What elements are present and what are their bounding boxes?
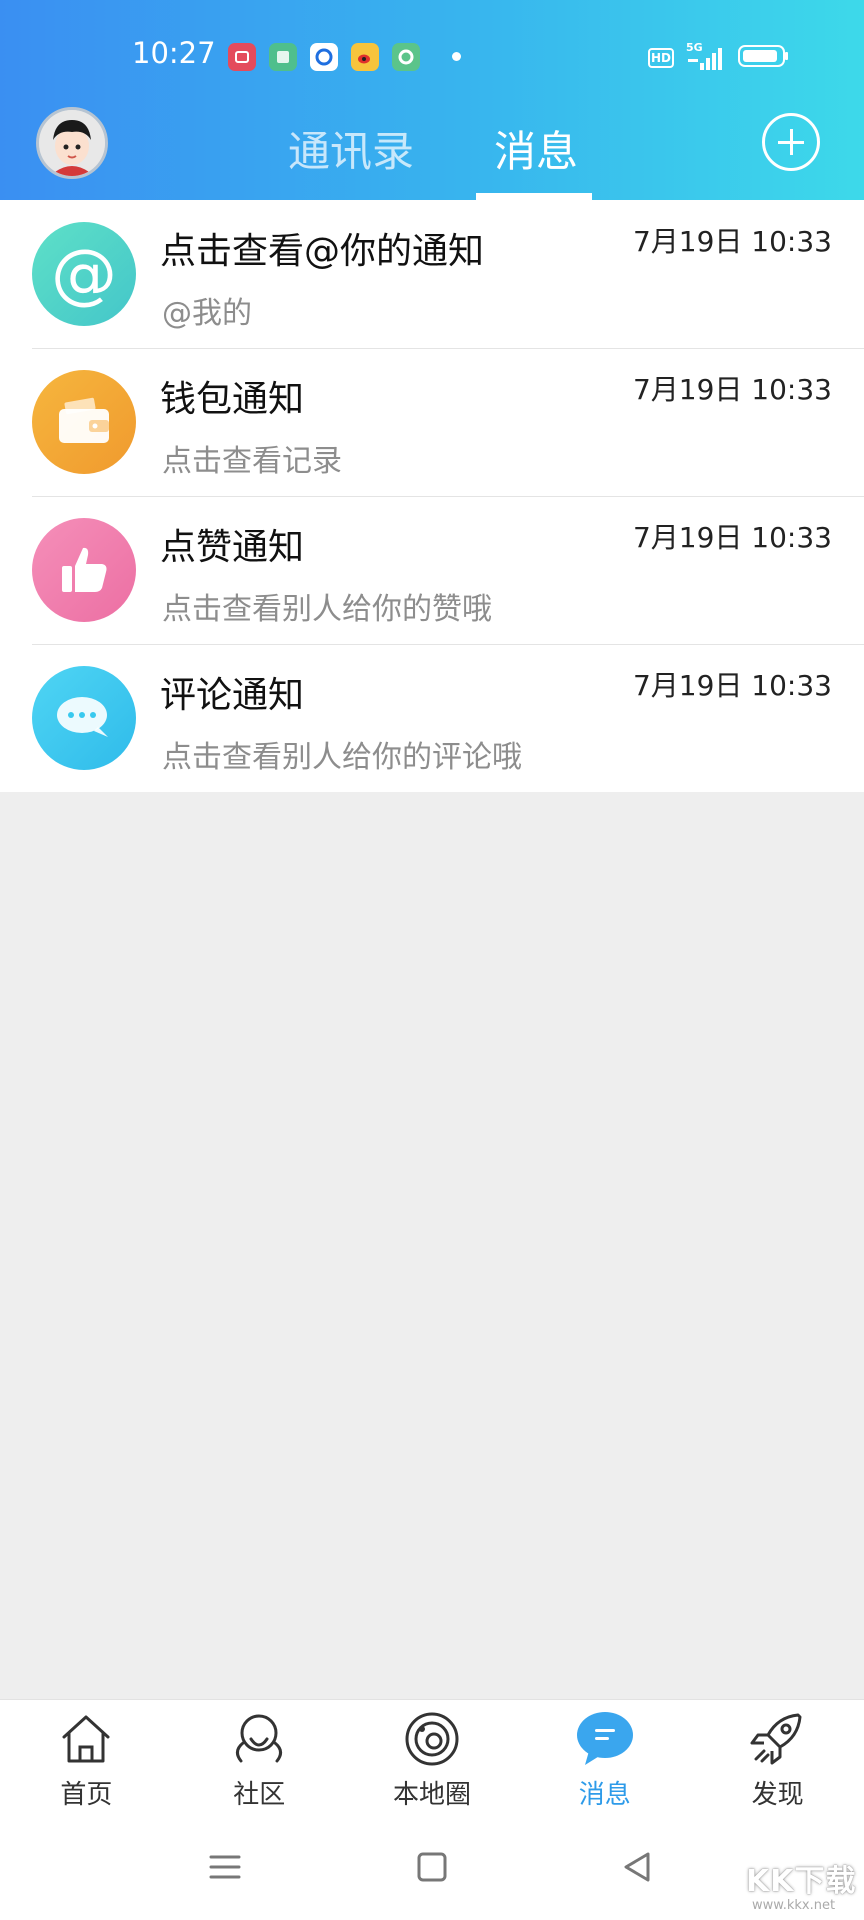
watermark: KK下载: [746, 1864, 857, 1899]
notification-icons: [228, 43, 420, 71]
message-subtitle: 点击查看别人给你的评论哦: [162, 740, 522, 775]
message-subtitle: 点击查看别人给你的赞哦: [162, 592, 492, 627]
battery-icon: [738, 44, 790, 72]
app-gallery-icon: [269, 43, 297, 71]
app-red-icon: [228, 43, 256, 71]
tab-messages[interactable]: 消息: [494, 118, 578, 179]
tab-label: 本地圈: [392, 1780, 471, 1810]
message-time: 7月19日 10:33: [632, 373, 832, 406]
message-time: 7月19日 10:33: [632, 669, 832, 702]
tab-community[interactable]: 社区: [173, 1700, 346, 1816]
tab-discover[interactable]: 发现: [691, 1700, 864, 1816]
home-square-icon[interactable]: [410, 1845, 454, 1889]
tab-contacts[interactable]: 通讯录: [288, 118, 414, 179]
app-green-circle-icon: [392, 43, 420, 71]
signal-icon: 5G: [686, 41, 726, 71]
comment-icon: [32, 666, 136, 770]
home-icon: [62, 1715, 110, 1763]
message-subtitle: 点击查看记录: [162, 444, 342, 479]
list-item[interactable]: 钱包通知 点击查看记录 7月19日 10:33: [0, 348, 864, 496]
bottom-tab-bar: 首页 社区 本地圈 消息 发现: [0, 1699, 864, 1816]
hd-badge: HD: [648, 48, 674, 68]
plus-circle-icon[interactable]: [762, 113, 820, 171]
message-time: 7月19日 10:33: [632, 225, 832, 258]
back-triangle-icon[interactable]: [616, 1845, 660, 1889]
app-blue-circle-icon: [310, 43, 338, 71]
wallet-icon: [32, 370, 136, 474]
message-title: 点击查看@你的通知: [160, 231, 485, 272]
message-title: 点赞通知: [160, 527, 305, 568]
message-list: @ 点击查看@你的通知 @我的 7月19日 10:33 钱包通知 点击查看记录 …: [0, 200, 864, 792]
app-header: 10:27 HD 5G 通讯录 消息: [0, 0, 864, 200]
watermark-url: www.kkx.net: [752, 1898, 836, 1913]
tab-label: 首页: [60, 1780, 113, 1810]
status-indicators: HD 5G: [648, 41, 790, 72]
at-icon: @: [32, 222, 136, 326]
tab-label: 发现: [751, 1780, 804, 1810]
active-tab-indicator: [476, 193, 592, 200]
message-title: 评论通知: [160, 675, 305, 716]
tab-label: 社区: [233, 1780, 286, 1810]
message-subtitle: @我的: [162, 296, 252, 331]
avatar[interactable]: [36, 107, 108, 179]
weibo-icon: [351, 43, 379, 71]
tab-label: 消息: [578, 1780, 631, 1810]
system-navigation-bar: KK下载 www.kkx.net: [0, 1815, 864, 1920]
thumbs-up-icon: [32, 518, 136, 622]
community-icon: [236, 1714, 283, 1763]
list-item[interactable]: 评论通知 点击查看别人给你的评论哦 7月19日 10:33: [0, 644, 864, 792]
tab-messages-bottom[interactable]: 消息: [518, 1700, 691, 1816]
message-time: 7月19日 10:33: [632, 521, 832, 554]
local-circle-icon: [405, 1712, 459, 1766]
rocket-icon: [750, 1713, 802, 1765]
tab-home[interactable]: 首页: [0, 1700, 173, 1816]
message-title: 钱包通知: [160, 379, 305, 420]
list-item[interactable]: @ 点击查看@你的通知 @我的 7月19日 10:33: [0, 200, 864, 348]
tab-local-circle[interactable]: 本地圈: [346, 1700, 519, 1816]
menu-icon[interactable]: [203, 1845, 247, 1889]
status-time: 10:27: [132, 36, 216, 70]
list-item[interactable]: 点赞通知 点击查看别人给你的赞哦 7月19日 10:33: [0, 496, 864, 644]
message-icon: [576, 1712, 633, 1765]
status-dot: [452, 52, 461, 61]
